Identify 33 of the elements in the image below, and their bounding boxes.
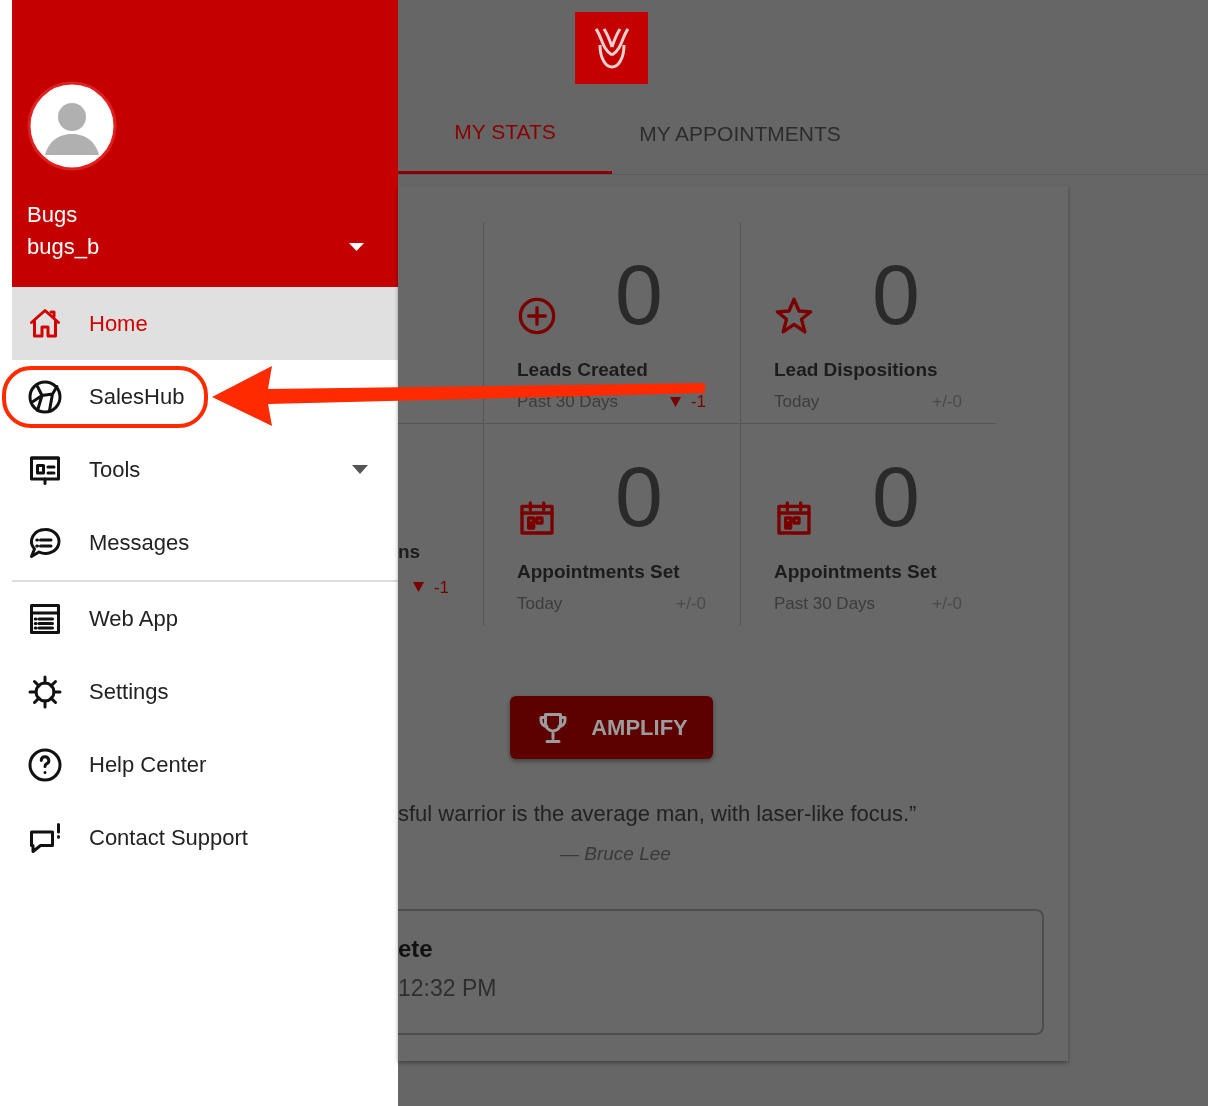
- plus-circle-icon: [517, 296, 557, 336]
- user-name: Bugs: [27, 201, 79, 229]
- menu-item[interactable]: Settings: [12, 655, 398, 728]
- help-icon: [27, 746, 63, 783]
- stat-label: Leads Created: [517, 360, 649, 379]
- stat-label: Lead Dispositions: [774, 360, 939, 379]
- menu-item[interactable]: Home: [12, 287, 398, 360]
- star-icon: [774, 296, 814, 336]
- amplify-button[interactable]: AMPLIFY: [510, 696, 713, 759]
- change-value: -1: [433, 576, 449, 599]
- menu-item[interactable]: Contact Support: [12, 801, 398, 874]
- menu-item[interactable]: Web App: [12, 582, 398, 655]
- calendar-icon: [774, 498, 814, 538]
- menu-item[interactable]: Messages: [12, 506, 398, 579]
- calendar-icon: [517, 498, 557, 538]
- appointment-title: ete: [398, 936, 434, 961]
- stat-label: Appointments Set: [774, 562, 938, 581]
- stat-count: 0: [615, 454, 663, 538]
- stat-label: ns: [398, 541, 422, 561]
- stat-count: 0: [615, 252, 663, 336]
- change-value: -1: [690, 391, 706, 413]
- quote-text: sful warrior is the average man, with laser-like focus.”: [398, 800, 918, 828]
- globe-icon: [27, 378, 63, 415]
- menu-item[interactable]: SalesHub: [12, 360, 398, 433]
- user-handle: bugs_b: [27, 233, 100, 261]
- settings-icon: [27, 673, 63, 710]
- caret-icon[interactable]: [349, 243, 364, 251]
- stat-count: 0: [872, 252, 920, 336]
- appointment-time: 12:32 PM: [398, 976, 498, 1000]
- menu-item[interactable]: Tools: [12, 433, 398, 506]
- menu-item[interactable]: Help Center: [12, 728, 398, 801]
- stat-label: Appointments Set: [517, 562, 681, 581]
- stat-count: 0: [872, 454, 920, 538]
